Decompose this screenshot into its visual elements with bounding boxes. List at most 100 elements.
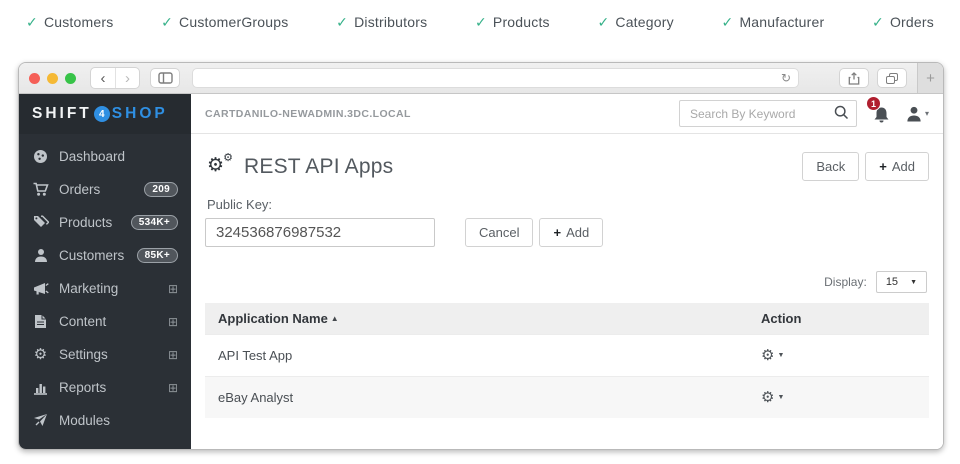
- check-icon: ✓: [872, 14, 884, 31]
- table-row: eBay Analyst ⚙ ▼: [205, 377, 929, 419]
- cancel-button[interactable]: Cancel: [465, 218, 533, 247]
- rest-api-gears-icon: ⚙⚙: [207, 154, 233, 180]
- check-icon: ✓: [475, 14, 487, 31]
- browser-address-bar[interactable]: ↻: [192, 68, 799, 88]
- display-count-select[interactable]: 15 ▼: [876, 271, 927, 293]
- gear-icon: ⚙: [761, 348, 774, 363]
- caret-down-icon: ▼: [910, 279, 917, 286]
- sidebar-item-dashboard[interactable]: Dashboard: [19, 140, 191, 173]
- user-menu-button[interactable]: ▾: [906, 106, 929, 122]
- public-key-form: Cancel +Add: [205, 218, 929, 247]
- zoom-window-button[interactable]: [65, 73, 76, 84]
- sidebar-item-content[interactable]: Content ⊞: [19, 305, 191, 338]
- row-actions-menu-button[interactable]: ⚙ ▼: [761, 348, 784, 363]
- add-app-button[interactable]: +Add: [865, 152, 929, 181]
- sidebar-item-label: Reports: [59, 380, 106, 395]
- sidebar-item-label: Products: [59, 215, 112, 230]
- close-window-button[interactable]: [29, 73, 40, 84]
- checklist-item-distributors: ✓ Distributors: [336, 14, 427, 31]
- expand-plus-icon[interactable]: ⊞: [168, 316, 178, 328]
- public-key-input[interactable]: [205, 218, 435, 247]
- sidebar-nav: Dashboard Orders 209 Products 534K+: [19, 134, 191, 437]
- store-domain: CARTDANILO-NEWADMIN.3DC.LOCAL: [205, 108, 411, 120]
- sidebar-item-label: Dashboard: [59, 149, 125, 164]
- sidebar-item-modules[interactable]: Modules: [19, 404, 191, 437]
- check-icon: ✓: [336, 14, 348, 31]
- plus-icon: +: [553, 225, 561, 240]
- checklist-item-customers: ✓Customers: [26, 14, 113, 31]
- gears-icon: ⚙: [32, 347, 49, 362]
- products-count-badge: 534K+: [131, 215, 178, 230]
- app-name-cell: API Test App: [205, 335, 748, 377]
- checklist-item-category: ✓ Category: [597, 14, 673, 31]
- logo-4-icon: 4: [94, 106, 110, 122]
- search-input[interactable]: [679, 100, 857, 127]
- page-title-row: ⚙⚙ REST API Apps Back +Add: [207, 152, 929, 181]
- sidebar-item-label: Orders: [59, 182, 100, 197]
- expand-plus-icon[interactable]: ⊞: [168, 283, 178, 295]
- sidebar-item-customers[interactable]: Customers 85K+: [19, 239, 191, 272]
- browser-window: ‹ › ↻ + SHIFT4SHOP: [18, 62, 944, 450]
- browser-tabs-overview-button[interactable]: [877, 68, 907, 88]
- sidebar-item-orders[interactable]: Orders 209: [19, 173, 191, 206]
- admin-app: SHIFT4SHOP Dashboard Orders 209: [19, 94, 943, 449]
- gear-icon: ⚙: [761, 390, 774, 405]
- page-title: REST API Apps: [244, 155, 393, 179]
- search-icon[interactable]: [834, 105, 849, 120]
- logo-part2: SHOP: [112, 105, 168, 123]
- checklist-label: Products: [493, 14, 550, 30]
- browser-forward-button[interactable]: ›: [115, 68, 139, 88]
- sidebar-item-products[interactable]: Products 534K+: [19, 206, 191, 239]
- sidebar-item-reports[interactable]: Reports ⊞: [19, 371, 191, 404]
- column-header-application-name[interactable]: Application Name▲: [205, 303, 748, 335]
- search-box: [679, 100, 857, 127]
- checklist-label: CustomerGroups: [179, 14, 288, 30]
- notifications-button[interactable]: 1: [873, 103, 890, 124]
- check-icon: ✓: [597, 14, 609, 31]
- sidebar-toggle-icon: [158, 72, 173, 84]
- sidebar-item-settings[interactable]: ⚙ Settings ⊞: [19, 338, 191, 371]
- sidebar-item-label: Modules: [59, 413, 110, 428]
- orders-count-badge: 209: [144, 182, 178, 197]
- sidebar-item-marketing[interactable]: Marketing ⊞: [19, 272, 191, 305]
- sort-asc-icon: ▲: [331, 314, 339, 323]
- notification-count-badge: 1: [866, 96, 881, 111]
- checklist-label: Distributors: [354, 14, 427, 30]
- browser-sidebar-toggle-button[interactable]: [150, 68, 180, 88]
- browser-back-button[interactable]: ‹: [91, 68, 115, 88]
- display-label: Display:: [824, 275, 867, 289]
- new-tab-button[interactable]: +: [917, 63, 943, 93]
- expand-plus-icon[interactable]: ⊞: [168, 349, 178, 361]
- cart-icon: [32, 182, 49, 197]
- browser-nav-buttons: ‹ ›: [90, 67, 140, 89]
- browser-share-button[interactable]: [839, 68, 869, 88]
- checklist-label: Manufacturer: [739, 14, 824, 30]
- dashboard-icon: [32, 149, 49, 164]
- row-actions-menu-button[interactable]: ⚙ ▼: [761, 390, 784, 405]
- minimize-window-button[interactable]: [47, 73, 58, 84]
- expand-plus-icon[interactable]: ⊞: [168, 382, 178, 394]
- checklist-label: Category: [615, 14, 673, 30]
- table-row: API Test App ⚙ ▼: [205, 335, 929, 377]
- confirm-add-button[interactable]: +Add: [539, 218, 603, 247]
- logo-part1: SHIFT: [32, 105, 92, 123]
- action-cell: ⚙ ▼: [748, 377, 929, 419]
- chevron-down-icon: ▾: [925, 109, 929, 118]
- browser-chrome: ‹ › ↻ +: [19, 63, 943, 94]
- person-icon: [32, 248, 49, 263]
- back-button[interactable]: Back: [802, 152, 859, 181]
- action-cell: ⚙ ▼: [748, 335, 929, 377]
- api-apps-table: Application Name▲ Action API Test App ⚙ …: [205, 303, 929, 418]
- sidebar-item-label: Content: [59, 314, 106, 329]
- shift4shop-logo[interactable]: SHIFT4SHOP: [19, 94, 191, 134]
- app-name-cell: eBay Analyst: [205, 377, 748, 419]
- admin-topbar: CARTDANILO-NEWADMIN.3DC.LOCAL 1: [191, 94, 943, 134]
- plus-icon: +: [879, 159, 887, 174]
- tabs-overview-icon: [886, 73, 898, 84]
- sidebar-item-label: Customers: [59, 248, 124, 263]
- reload-icon[interactable]: ↻: [781, 71, 791, 85]
- public-key-label: Public Key:: [207, 197, 929, 212]
- check-icon: ✓: [722, 14, 734, 31]
- customers-count-badge: 85K+: [137, 248, 178, 263]
- topbar-right: 1 ▾: [679, 100, 929, 127]
